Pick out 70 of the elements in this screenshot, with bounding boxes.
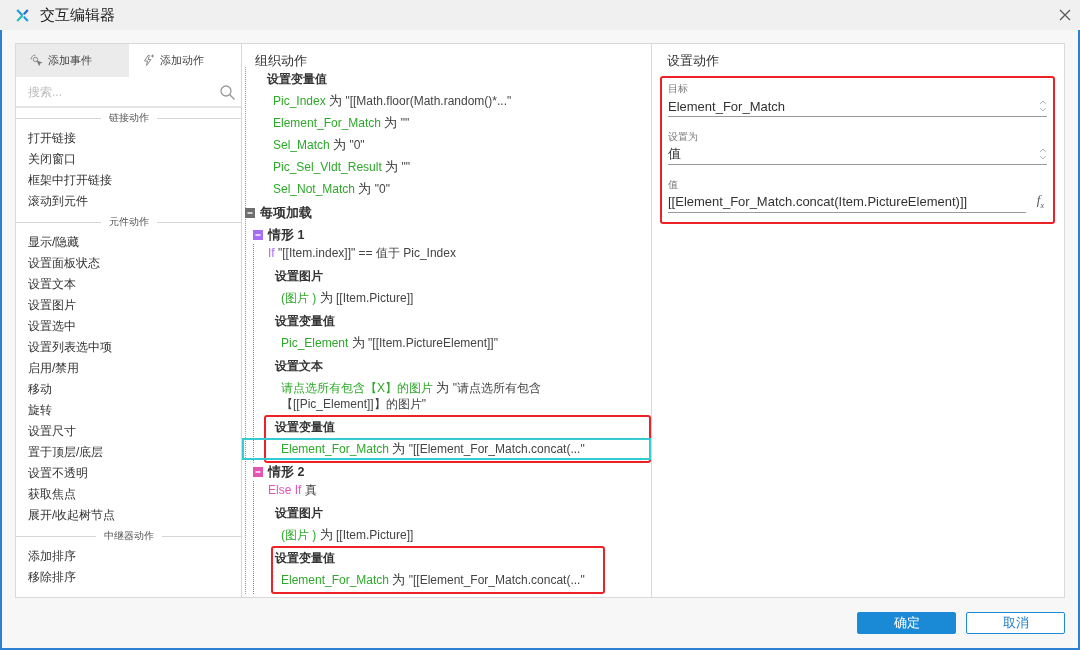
expression-field[interactable]: [[Element_For_Match.concat(Item.PictureElement)]] — [668, 192, 1026, 214]
action-item[interactable]: 移除排序 — [16, 567, 241, 588]
assignment-item[interactable]: 请点选所有包含【X】的图片 为 "请点选所有包含【[[Pic_Element]]】的图片" — [254, 377, 651, 415]
assignment-item[interactable]: Element_For_Match 为 "" — [246, 112, 651, 134]
section-header: 元件动作 — [107, 215, 150, 229]
cursor-click-icon — [30, 54, 43, 67]
assignment-item[interactable]: Sel_Match 为 "0" — [246, 134, 651, 156]
assignment-item[interactable]: Pic_Index 为 "[[Math.floor(Math.random()*..." — [246, 90, 651, 112]
search-field[interactable]: 搜索... — [28, 82, 216, 102]
action-title[interactable]: 设置变量值 — [254, 309, 651, 332]
chevron-up-down-icon — [1039, 99, 1047, 113]
action-item[interactable]: 获取焦点 — [16, 484, 241, 505]
case-title[interactable]: 情形 2 — [268, 463, 305, 481]
section-header: 链接动作 — [107, 111, 150, 125]
tab[interactable]: 添加事件 — [16, 44, 129, 77]
condition-text: Else If 真 — [267, 482, 318, 499]
action-item[interactable]: 显示/隐藏 — [16, 232, 241, 253]
action-title[interactable]: 设置文本 — [254, 354, 651, 377]
close-icon[interactable] — [1059, 9, 1071, 21]
condition-text: If "[[Item.index]]" == 值于 Pic_Index — [267, 245, 457, 262]
action-item[interactable]: 设置面板状态 — [16, 253, 241, 274]
action-item[interactable]: 设置不透明 — [16, 463, 241, 484]
action-item[interactable]: 置于顶层/底层 — [16, 442, 241, 463]
assignment-item[interactable]: Pic_Sel_Vldt_Result 为 "" — [246, 156, 651, 178]
action-item[interactable]: 设置文本 — [16, 274, 241, 295]
action-item[interactable]: 启用/禁用 — [16, 358, 241, 379]
minus-square-icon[interactable] — [245, 208, 255, 218]
assignment-item[interactable]: (图片 ) 为 [[Item.Picture]] — [254, 524, 651, 546]
chevron-up-down-icon — [1039, 147, 1047, 161]
action-item[interactable]: 设置尺寸 — [16, 421, 241, 442]
dropdown[interactable]: Element_For_Match — [668, 96, 1047, 117]
action-item[interactable]: 添加排序 — [16, 546, 241, 567]
action-item[interactable]: 设置图片 — [16, 295, 241, 316]
dropdown[interactable]: 值 — [668, 144, 1047, 165]
action-item[interactable]: 设置列表选中项 — [16, 337, 241, 358]
section-header: 中继器动作 — [102, 529, 155, 543]
field-label: 值 — [668, 178, 679, 192]
panel-title: 设置动作 — [666, 53, 720, 69]
cancel-button[interactable]: 取消 — [966, 612, 1065, 634]
search-icon[interactable] — [220, 84, 235, 100]
action-item[interactable]: 旋转 — [16, 400, 241, 421]
action-title[interactable]: 设置变量值 — [246, 67, 651, 90]
confirm-button[interactable]: 确定 — [857, 612, 956, 634]
action-item[interactable]: 滚动到元件 — [16, 191, 241, 212]
action-item[interactable]: 展开/收起树节点 — [16, 505, 241, 526]
minus-square-icon[interactable] — [253, 230, 263, 240]
lightning-icon — [142, 54, 155, 67]
assignment-item[interactable]: Pic_Element 为 "[[Item.PictureElement]]" — [254, 332, 651, 354]
assignment-item[interactable]: Sel_Not_Match 为 "0" — [246, 178, 651, 200]
assignment-item[interactable]: (图片 ) 为 [[Item.Picture]] — [254, 287, 651, 309]
action-item[interactable]: 设置选中 — [16, 316, 241, 337]
assignment-item[interactable]: Element_For_Match 为 "[[Element_For_Match.concat(..." — [242, 438, 651, 460]
action-title[interactable]: 设置图片 — [254, 501, 651, 524]
minus-square-icon[interactable] — [253, 467, 263, 477]
action-item[interactable]: 关闭窗口 — [16, 149, 241, 170]
field-label: 设置为 — [668, 130, 699, 144]
field-label: 目标 — [668, 82, 689, 96]
case-title[interactable]: 情形 1 — [268, 226, 305, 244]
panel-title: 组织动作 — [254, 53, 308, 67]
action-title[interactable]: 设置变量值 — [271, 546, 593, 569]
action-item[interactable]: 框架中打开链接 — [16, 170, 241, 191]
logo-icon — [16, 8, 29, 22]
action-title[interactable]: 设置图片 — [254, 264, 651, 287]
function-button[interactable]: f$_{x}$ — [1033, 192, 1047, 214]
window-title: 交互编辑器 — [40, 5, 115, 25]
assignment-item[interactable]: Element_For_Match 为 "[[Element_For_Match.concat(..." — [271, 569, 593, 591]
action-item[interactable]: 移动 — [16, 379, 241, 400]
event-title[interactable]: 每项加载 — [260, 204, 312, 222]
action-title[interactable]: 设置变量值 — [264, 415, 651, 438]
action-item[interactable]: 打开链接 — [16, 128, 241, 149]
